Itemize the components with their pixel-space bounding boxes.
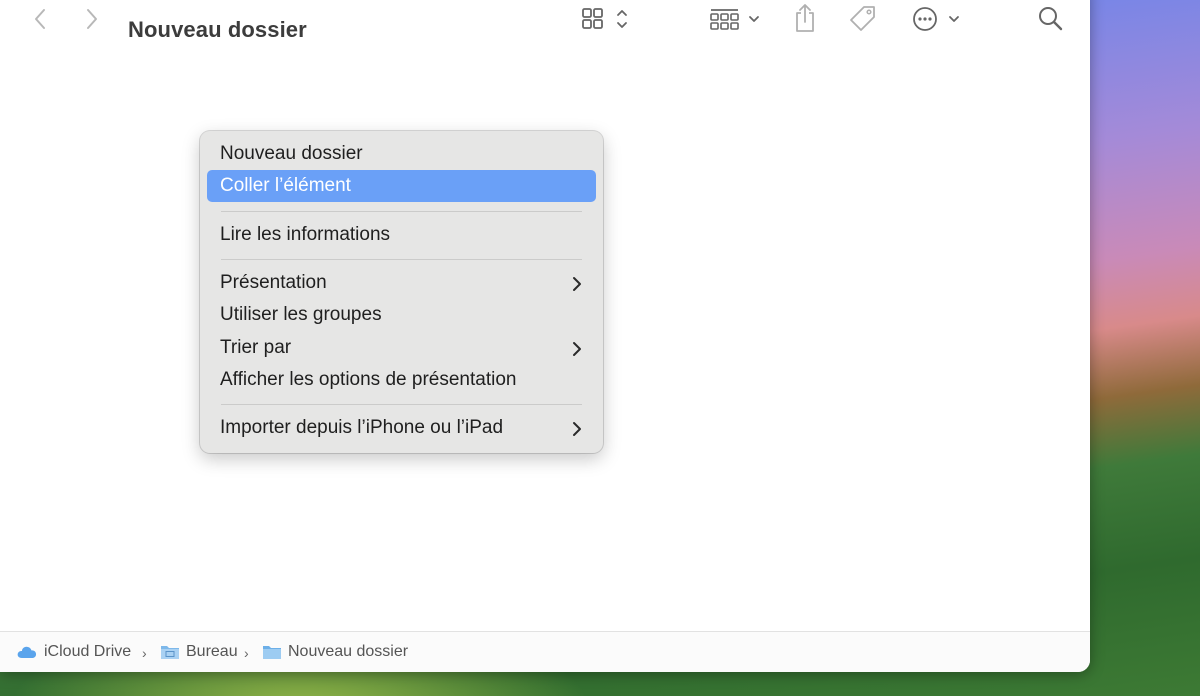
desktop-folder-icon: [160, 643, 180, 661]
menu-separator: [221, 211, 582, 212]
path-item-label: Nouveau dossier: [288, 643, 409, 660]
path-bar: iCloud Drive › Bureau › Nouveau dossier: [0, 631, 1090, 672]
menu-item-label: Importer depuis l’iPhone ou l’iPad: [220, 417, 504, 438]
toolbar: Nouveau dossier: [0, 0, 1090, 58]
path-item-label: iCloud Drive: [44, 643, 132, 660]
menu-item-new-folder[interactable]: Nouveau dossier: [207, 138, 596, 170]
menu-item-label: Coller l’élément: [220, 175, 351, 196]
chevron-right-icon: [573, 277, 581, 291]
chevron-right-icon: [573, 342, 581, 356]
menu-item-label: Lire les informations: [220, 224, 391, 245]
menu-separator: [221, 404, 582, 405]
context-menu: Nouveau dossier Coller l’élément Lire le…: [200, 131, 603, 453]
path-separator-icon: ›: [244, 645, 249, 661]
path-item-icloud-drive[interactable]: iCloud Drive: [16, 643, 131, 661]
menu-item-import-from-iphone[interactable]: Importer depuis l’iPhone ou l’iPad: [207, 412, 596, 444]
chevron-right-icon: [87, 9, 97, 29]
menu-item-label: Présentation: [220, 272, 327, 293]
menu-item-sort-by[interactable]: Trier par: [207, 332, 596, 364]
view-mode-button[interactable]: [580, 6, 632, 32]
cloud-icon: [16, 644, 38, 660]
window-title: Nouveau dossier: [128, 17, 307, 42]
path-item-nouveau-dossier[interactable]: Nouveau dossier: [262, 643, 408, 661]
path-item-bureau[interactable]: Bureau: [160, 643, 238, 661]
menu-item-use-groups[interactable]: Utiliser les groupes: [207, 299, 596, 331]
tag-icon: [850, 6, 875, 31]
menu-item-paste[interactable]: Coller l’élément: [207, 170, 596, 202]
group-grid-icon: [710, 9, 759, 30]
ellipsis-circle-icon: [913, 7, 959, 31]
menu-item-label: Trier par: [220, 337, 292, 358]
share-button[interactable]: [792, 2, 818, 34]
forward-button[interactable]: [80, 6, 104, 32]
share-icon: [796, 4, 814, 32]
path-item-label: Bureau: [186, 643, 238, 660]
menu-item-label: Afficher les options de présentation: [220, 369, 517, 390]
menu-item-get-info[interactable]: Lire les informations: [207, 219, 596, 251]
search-icon: [1039, 7, 1063, 31]
back-button[interactable]: [28, 6, 52, 32]
group-button[interactable]: [708, 6, 766, 32]
menu-item-label: Utiliser les groupes: [220, 304, 382, 325]
chevron-left-icon: [35, 9, 45, 29]
tag-button[interactable]: [848, 4, 878, 34]
path-separator-icon: ›: [142, 645, 147, 661]
chevron-right-icon: [573, 422, 581, 436]
menu-item-view-options[interactable]: Afficher les options de présentation: [207, 364, 596, 396]
grid-icon: [582, 8, 627, 29]
finder-window: Nouveau dossier Nouveau dossier Coller l…: [0, 0, 1090, 672]
menu-item-presentation[interactable]: Présentation: [207, 267, 596, 299]
folder-icon: [262, 643, 282, 661]
menu-separator: [221, 259, 582, 260]
menu-item-label: Nouveau dossier: [220, 143, 363, 164]
search-button[interactable]: [1036, 4, 1066, 34]
more-actions-button[interactable]: [910, 4, 964, 34]
